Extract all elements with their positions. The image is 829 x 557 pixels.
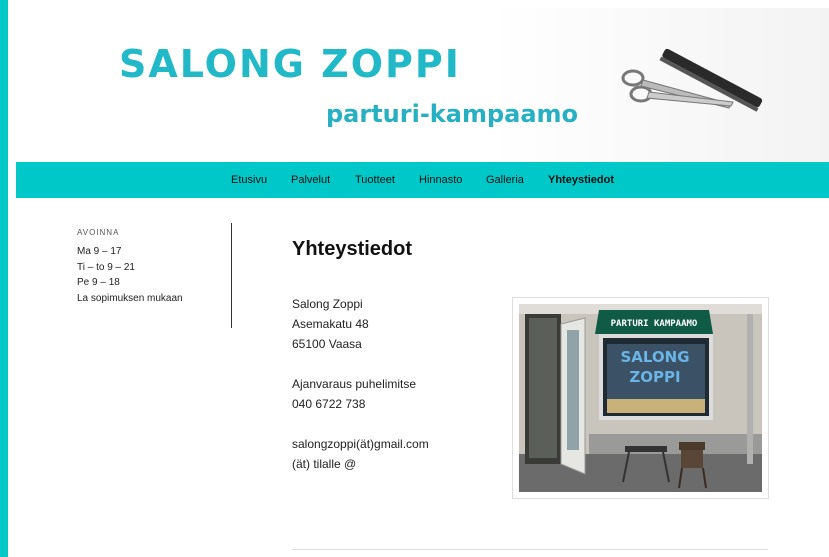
nav-tuotteet[interactable]: Tuotteet	[355, 174, 395, 186]
phone-number: 040 6722 738	[292, 397, 366, 411]
site-title[interactable]: SALONG ZOPPI	[119, 42, 461, 86]
address-line: Salong Zoppi	[292, 297, 363, 311]
contact-info: Salong Zoppi Asemakatu 48 65100 Vaasa Aj…	[292, 294, 429, 474]
nav-hinnasto[interactable]: Hinnasto	[419, 174, 462, 186]
main-navigation: Etusivu Palvelut Tuotteet Hinnasto Galle…	[16, 162, 829, 198]
left-accent-bar	[0, 0, 8, 557]
nav-palvelut[interactable]: Palvelut	[291, 174, 330, 186]
widget-title: AVOINNA	[77, 228, 120, 237]
opening-hours-widget: AVOINNA Ma 9 – 17 Ti – to 9 – 21 Pe 9 – …	[77, 228, 227, 307]
awning-text: PARTURI KAMPAAMO	[611, 319, 698, 329]
salon-photo-frame: PARTURI KAMPAAMO SALONG ZOPPI	[512, 297, 769, 499]
hours-line: Ma 9 – 17	[77, 246, 122, 257]
content-bottom-divider	[292, 549, 768, 550]
hours-line: La sopimuksen mukaan	[77, 293, 183, 305]
nav-galleria[interactable]: Galleria	[486, 174, 524, 186]
window-text-2: ZOPPI	[629, 368, 680, 386]
scissors-and-comb-icon	[621, 48, 763, 112]
hours-line: Ti – to 9 – 21	[77, 261, 135, 273]
email-note: (ät) tilalle @	[292, 457, 357, 471]
sidebar-divider	[231, 223, 232, 328]
nav-etusivu[interactable]: Etusivu	[231, 174, 267, 186]
site-header: SALONG ZOPPI parturi-kampaamo	[16, 8, 829, 162]
email-address: salongzoppi(ät)gmail.com	[292, 437, 429, 451]
window-text-1: SALONG	[620, 348, 689, 366]
top-strip	[8, 0, 829, 8]
address-line: 65100 Vaasa	[292, 337, 362, 351]
page-title: Yhteystiedot	[292, 238, 413, 260]
address-line: Asemakatu 48	[292, 317, 369, 331]
site-subtitle: parturi-kampaamo	[326, 100, 579, 128]
salon-storefront-photo[interactable]: PARTURI KAMPAAMO SALONG ZOPPI	[519, 304, 762, 492]
phone-label: Ajanvaraus puhelimitse	[292, 377, 417, 391]
hours-line: Pe 9 – 18	[77, 277, 120, 289]
nav-yhteystiedot[interactable]: Yhteystiedot	[548, 174, 614, 186]
